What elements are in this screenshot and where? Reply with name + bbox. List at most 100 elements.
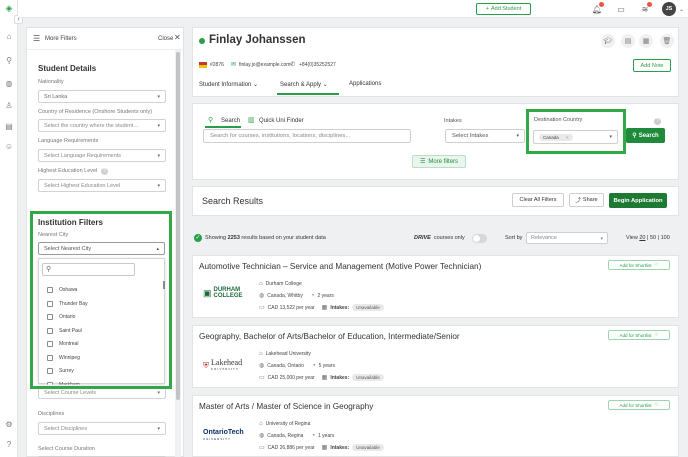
- city-option[interactable]: Thunder Bay: [47, 300, 88, 307]
- intakes-status-badge: Unavailable: [352, 374, 384, 381]
- sort-by-label: Sort by: [505, 235, 523, 241]
- checkbox[interactable]: [47, 314, 53, 320]
- graduation-cap-icon[interactable]: 🎓︎: [601, 34, 615, 48]
- course-search-input[interactable]: Search for courses, institutions, locati…: [203, 129, 411, 143]
- language-label: Language Requirements: [38, 138, 99, 144]
- student-email[interactable]: finlay.jo@example.com: [239, 62, 290, 68]
- checkbox[interactable]: [47, 354, 53, 361]
- city-option[interactable]: Ontario: [47, 314, 75, 320]
- filters-icon: ☰: [419, 159, 426, 165]
- user-icon[interactable]: ☺: [4, 141, 14, 151]
- close-icon[interactable]: ✕: [174, 33, 181, 42]
- add-note-button[interactable]: Add Note: [633, 59, 671, 72]
- check-icon: ✓: [194, 234, 202, 242]
- document-icon[interactable]: ▤: [4, 121, 14, 131]
- checkbox[interactable]: [47, 287, 53, 293]
- trash-icon[interactable]: 🗑︎: [660, 34, 674, 48]
- checkbox[interactable]: [47, 300, 53, 307]
- course-title[interactable]: Automotive Technician – Service and Mana…: [199, 262, 481, 271]
- more-filters-button[interactable]: ☰ More filters: [412, 155, 466, 168]
- documents-icon[interactable]: ▤: [621, 34, 635, 48]
- drive-toggle[interactable]: [472, 234, 487, 243]
- top-bar: [18, 0, 688, 18]
- city-option[interactable]: Oshawa: [47, 287, 77, 293]
- view-20[interactable]: 20: [639, 235, 645, 241]
- tab-search-apply[interactable]: Search & Apply ⌄: [280, 81, 328, 88]
- city-option[interactable]: Saint Paul: [47, 327, 82, 334]
- destination-chip[interactable]: Canada ×: [539, 134, 573, 141]
- student-phone: +84(0)35252527: [299, 62, 336, 68]
- sort-by-select[interactable]: Relevance ▾: [526, 232, 608, 244]
- info-icon[interactable]: ?: [100, 168, 108, 175]
- globe-icon[interactable]: ◍: [4, 78, 14, 88]
- calendar-icon[interactable]: ▦: [639, 34, 653, 48]
- bell-icon[interactable]: 🔔︎: [592, 2, 604, 14]
- nationality-select[interactable]: Sri Lanka ▾: [38, 90, 166, 103]
- view-100[interactable]: 100: [661, 235, 670, 241]
- add-shortlist-button[interactable]: Add for Shortlist ♡: [608, 330, 670, 340]
- course-card[interactable]: Geography, Bachelor of Arts/Bachelor of …: [192, 325, 679, 388]
- course-title[interactable]: Master of Arts / Master of Science in Ge…: [199, 402, 373, 411]
- city-option[interactable]: Winnipeg: [47, 354, 80, 361]
- city-search-input[interactable]: ⚲: [42, 263, 135, 276]
- remove-chip-icon[interactable]: ×: [566, 135, 569, 140]
- checkbox[interactable]: [47, 341, 53, 347]
- checkbox[interactable]: [47, 368, 53, 374]
- search-button[interactable]: ⚲ Search: [626, 128, 665, 143]
- add-student-button[interactable]: + Add Student: [476, 3, 531, 15]
- location-icon: ◍: [259, 433, 265, 439]
- email-icon: ✉: [231, 62, 237, 68]
- money-icon: ▭: [259, 375, 265, 381]
- feed-icon[interactable]: ≋: [640, 2, 652, 14]
- clear-all-filters-button[interactable]: Clear All Filters: [512, 193, 564, 207]
- calendar-icon: ▦: [321, 305, 328, 311]
- add-shortlist-button[interactable]: Add for Shortlist ♡: [608, 400, 670, 410]
- dropdown-scrollbar-thumb[interactable]: [163, 281, 165, 289]
- close-filters-button[interactable]: Close: [158, 36, 173, 42]
- share-button[interactable]: ⤴ Share: [569, 193, 604, 207]
- people-icon[interactable]: ♙: [4, 100, 14, 110]
- disciplines-select[interactable]: Select Disciplines ▾: [38, 422, 166, 435]
- nearest-city-select[interactable]: Select Nearest City ▴: [38, 242, 165, 255]
- intakes-select[interactable]: Select Intakes ▾: [445, 129, 525, 143]
- tab-applications[interactable]: Applications: [349, 81, 381, 87]
- avatar[interactable]: JS: [662, 2, 676, 16]
- info-icon[interactable]: ?: [654, 118, 661, 125]
- residence-select[interactable]: Select the country where the student… ▾: [38, 119, 166, 132]
- education-label: Highest Education Level ?: [38, 168, 108, 175]
- course-location: ◍ Canada, Ontario ◔ 5 years: [259, 362, 335, 370]
- home-icon[interactable]: ⌂: [4, 31, 14, 41]
- tab-quick-uni-finder[interactable]: Quick Uni Finder: [259, 118, 304, 124]
- city-option[interactable]: Surrey: [47, 368, 74, 374]
- search-icon: ⚲: [632, 133, 637, 139]
- destination-select[interactable]: Canada × ▾: [533, 130, 618, 144]
- results-title: Search Results: [202, 196, 264, 206]
- online-status-dot: [199, 38, 205, 44]
- chat-icon[interactable]: ▭: [616, 4, 626, 14]
- calendar-icon: ▦: [321, 445, 328, 451]
- avatar-chevron-icon[interactable]: ⌄: [679, 6, 684, 13]
- tab-student-information[interactable]: Student Information ⌄: [199, 81, 258, 88]
- disciplines-label: Disciplines: [38, 411, 65, 417]
- begin-application-button[interactable]: Begin Application: [609, 193, 667, 208]
- course-title[interactable]: Geography, Bachelor of Arts/Bachelor of …: [199, 332, 460, 341]
- course-location: ◍ Canada, Regina ◔ 1 years: [259, 432, 335, 440]
- help-icon[interactable]: ?: [4, 439, 14, 449]
- view-50[interactable]: 50: [650, 235, 656, 241]
- filters-scrollbar-thumb[interactable]: [176, 52, 180, 400]
- app-logo-icon[interactable]: ◈: [4, 3, 14, 13]
- settings-icon[interactable]: ⚙: [4, 419, 14, 429]
- checkbox[interactable]: [47, 327, 53, 334]
- add-shortlist-button[interactable]: Add for Shortlist ♡: [608, 260, 670, 270]
- education-select[interactable]: Select Highest Education Level ▾: [38, 179, 166, 192]
- results-header: Search Results: [192, 186, 679, 216]
- language-select[interactable]: Select Language Requirements ▾: [38, 149, 166, 162]
- school-icon: ⌂: [259, 421, 263, 427]
- tab-search[interactable]: Search: [221, 118, 240, 124]
- course-card[interactable]: Automotive Technician – Service and Mana…: [192, 255, 679, 318]
- course-card[interactable]: Master of Arts / Master of Science in Ge…: [192, 395, 679, 457]
- city-option[interactable]: Montreal: [47, 341, 78, 347]
- search-icon[interactable]: ⚲: [4, 55, 14, 65]
- intakes-label: Intakes: [444, 118, 462, 124]
- school-name: ⌂ Lakehead University: [259, 351, 311, 357]
